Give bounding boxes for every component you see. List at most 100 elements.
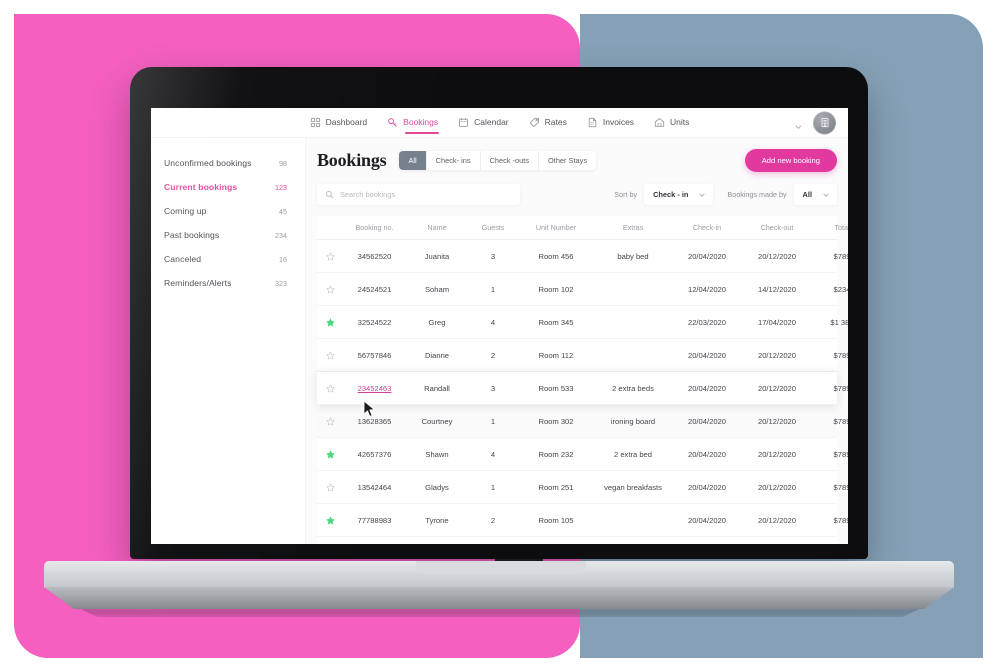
favorite-star-icon[interactable] (317, 450, 343, 459)
cell-unit: Room 112 (538, 350, 574, 360)
table-row[interactable]: 56757846 Dianne 2 Room 112 20/04/2020 20… (317, 339, 848, 372)
tag-icon (529, 117, 540, 128)
add-new-booking-button[interactable]: Add new booking (744, 149, 837, 172)
grid-icon (310, 117, 321, 128)
cell-name: Tyrone (425, 515, 449, 525)
booking-no-link[interactable]: 23452463 (358, 384, 392, 393)
nav-item-rates[interactable]: Rates (528, 113, 568, 133)
cell-total: $789 (833, 482, 848, 492)
sidebar-item-current-bookings[interactable]: Current bookings 123 (151, 175, 305, 199)
home-icon (654, 117, 665, 128)
cell-unit: Room 105 (538, 515, 574, 525)
sidebar-item-past-bookings[interactable]: Past bookings 234 (151, 223, 305, 247)
table-row[interactable]: 32524522 Greg 4 Room 345 22/03/2020 17/0… (317, 306, 848, 339)
bookings-made-by-group: Bookings made by All (727, 184, 837, 205)
nav-item-calendar[interactable]: Calendar (457, 113, 510, 133)
table-row-hovered[interactable]: 23452463 Randall 3 Room 533 2 extra beds… (317, 372, 848, 405)
sidebar-item-count: 123 (275, 182, 287, 192)
cell-booking-no: 42657376 (357, 449, 392, 459)
sidebar-item-label: Past bookings (164, 230, 220, 240)
cell-booking-no: 13628365 (357, 416, 392, 426)
cell-extras: vegan breakfasts (604, 482, 662, 492)
favorite-star-icon[interactable] (317, 516, 343, 525)
cell-check-in: 20/04/2020 (687, 416, 726, 426)
favorite-star-icon[interactable] (317, 483, 343, 492)
cell-check-in: 12/04/2020 (687, 284, 726, 294)
favorite-star-icon[interactable] (317, 351, 343, 360)
cell-extras: ironing board (610, 416, 656, 426)
header-name: Name (427, 223, 447, 232)
sidebar-item-label: Coming up (164, 206, 207, 216)
tab-all[interactable]: All (399, 151, 427, 170)
table-row[interactable]: 77788983 Tyrone 2 Room 105 20/04/2020 20… (317, 504, 848, 537)
calendar-icon (458, 117, 469, 128)
cell-booking-no[interactable]: 23452463 (343, 384, 406, 393)
search-box[interactable] (317, 184, 520, 205)
cell-unit: Room 232 (538, 449, 574, 459)
cell-total: $789 (833, 515, 848, 525)
sidebar-item-label: Current bookings (164, 182, 238, 192)
cell-guests: 2 (490, 350, 496, 360)
table-row[interactable]: 13628365 Courtney 1 Room 302 ironing boa… (317, 405, 848, 438)
page-header: Bookings All Check- ins Check -outs Othe… (317, 149, 837, 172)
cell-unit: Room 251 (538, 482, 574, 492)
chevron-down-icon[interactable] (794, 118, 803, 129)
nav-item-label: Rates (544, 117, 567, 127)
cell-guests: 1 (490, 416, 496, 426)
header-check-out: Check-out (760, 223, 794, 232)
cell-name: Gladys (425, 482, 449, 492)
sidebar-item-count: 16 (279, 254, 287, 264)
cell-booking-no: 13542464 (357, 482, 392, 492)
bookings-made-by-label: Bookings made by (727, 190, 787, 199)
nav-item-units[interactable]: Units (653, 113, 690, 133)
sort-by-group: Sort by Check - in (614, 184, 714, 205)
header-total: Total (834, 223, 848, 232)
favorite-star-icon[interactable] (317, 318, 343, 327)
table-header-row: Booking no. Name Guests Unit Number Extr… (317, 216, 848, 240)
table-row[interactable]: 34562520 Juanita 3 Room 456 baby bed 20/… (317, 240, 848, 273)
tab-check-ins[interactable]: Check- ins (427, 151, 481, 170)
avatar[interactable] (813, 111, 836, 134)
top-navigation-bar: Dashboard Bookings Calendar Rates Invoic… (151, 108, 848, 138)
sidebar-item-unconfirmed-bookings[interactable]: Unconfirmed bookings 98 (151, 151, 305, 175)
favorite-star-icon[interactable] (317, 417, 343, 426)
favorite-star-icon[interactable] (317, 252, 343, 261)
favorite-star-icon[interactable] (317, 384, 343, 393)
search-input[interactable] (340, 190, 512, 199)
tab-other-stays[interactable]: Other Stays (539, 151, 596, 170)
cell-extras: 2 extra bed (614, 449, 652, 459)
nav-item-bookings[interactable]: Bookings (386, 113, 440, 134)
app-body: Unconfirmed bookings 98 Current bookings… (151, 138, 848, 544)
cell-check-in: 20/04/2020 (687, 515, 726, 525)
sidebar-item-canceled[interactable]: Canceled 16 (151, 247, 305, 271)
cell-name: Courtney (421, 416, 453, 426)
filter-bar: Sort by Check - in Bo (317, 184, 837, 205)
sort-by-select[interactable]: Check - in (644, 184, 714, 205)
invoice-icon (587, 117, 598, 128)
cell-check-in: 20/04/2020 (687, 251, 726, 261)
cell-check-out: 17/04/2020 (757, 317, 796, 327)
nav-item-dashboard[interactable]: Dashboard (309, 113, 369, 133)
table-row[interactable]: 42657376 Shawn 4 Room 232 2 extra bed 20… (317, 438, 848, 471)
table-row[interactable]: 24524521 Soham 1 Room 102 12/04/2020 14/… (317, 273, 848, 306)
cell-check-in: 22/03/2020 (687, 317, 726, 327)
cell-guests: 3 (490, 383, 496, 393)
sidebar-item-reminders-alerts[interactable]: Reminders/Alerts 323 (151, 271, 305, 295)
sidebar-item-count: 323 (275, 278, 287, 288)
bookings-made-by-select[interactable]: All (793, 184, 837, 205)
table-row[interactable]: 13542464 Gladys 1 Room 251 vegan breakfa… (317, 471, 848, 504)
favorite-star-icon[interactable] (317, 285, 343, 294)
sidebar-item-label: Reminders/Alerts (164, 278, 232, 288)
tab-check-outs[interactable]: Check -outs (481, 151, 540, 170)
cell-check-in: 20/04/2020 (687, 482, 726, 492)
cell-name: Shawn (425, 449, 449, 459)
cell-unit: Room 345 (538, 317, 574, 327)
cell-check-out: 20/12/2020 (757, 350, 796, 360)
cell-total: $1 389 (830, 317, 848, 327)
cell-guests: 1 (490, 284, 496, 294)
header-unit-number: Unit Number (535, 223, 577, 232)
cell-unit: Room 456 (538, 251, 574, 261)
nav-item-list: Dashboard Bookings Calendar Rates Invoic… (309, 113, 691, 134)
sidebar-item-coming-up[interactable]: Coming up 45 (151, 199, 305, 223)
nav-item-invoices[interactable]: Invoices (586, 113, 635, 133)
